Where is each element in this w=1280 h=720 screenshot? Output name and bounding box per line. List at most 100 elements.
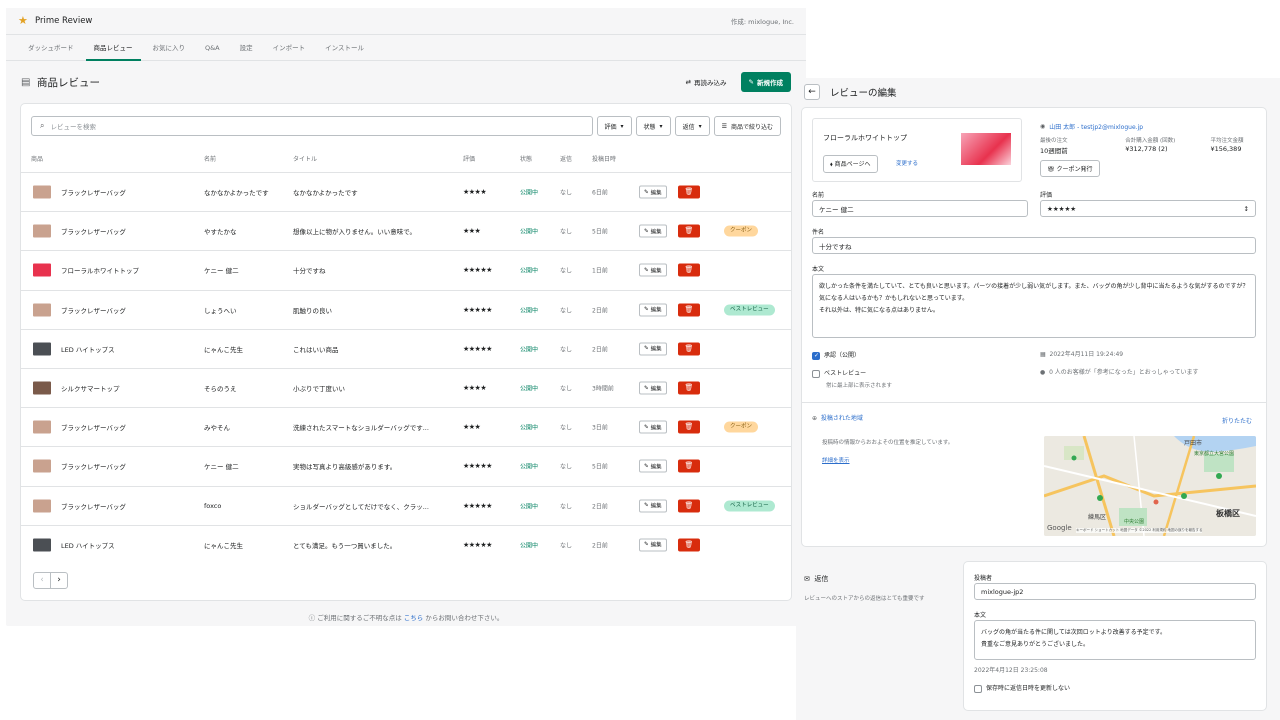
row-status: 公開中 xyxy=(520,228,539,236)
subject-value: 十分ですね xyxy=(819,242,852,251)
reply-author-field[interactable]: mixlogue-jp2 xyxy=(974,583,1256,600)
delete-button[interactable]: 🗑︎ xyxy=(678,342,700,356)
tab-settings[interactable]: 設定 xyxy=(230,35,263,60)
row-rating: ★★★ xyxy=(463,227,481,236)
product-page-button[interactable]: ⬧ 商品ページへ xyxy=(823,155,878,173)
delete-button[interactable]: 🗑︎ xyxy=(678,420,700,434)
tab-import[interactable]: インポート xyxy=(263,35,316,60)
edit-button[interactable]: ✎ 編集 xyxy=(639,381,667,395)
map-label: 中央公園 xyxy=(1124,519,1145,525)
tab-install[interactable]: インストール xyxy=(315,35,374,60)
table-row[interactable]: ブラックレザーバッグ やすたかな 想像以上に物が入りません。いい意味で。 ★★★ 公開中… xyxy=(21,211,791,250)
table-row[interactable]: ブラックレザーバッグ ケニー 健二 実物は写真より高級感があります。 ★★★★★ 公開中… xyxy=(21,446,791,485)
delete-button[interactable]: 🗑︎ xyxy=(678,459,700,473)
row-title: 小ぶりで丁度いい xyxy=(293,385,345,394)
row-product[interactable]: フローラルホワイトトップ xyxy=(61,265,139,275)
search-input[interactable]: ⌕ レビューを検索 xyxy=(31,116,593,136)
row-product[interactable]: LED ハイトップス xyxy=(61,344,115,354)
body-label: 本文 xyxy=(812,266,825,273)
tab-qa[interactable]: Q&A xyxy=(195,35,230,60)
row-product[interactable]: ブラックレザーバッグ xyxy=(61,422,126,432)
new-review-button[interactable]: ✎ 新規作成 xyxy=(740,72,791,92)
filter-bar: ⌕ レビューを検索 評価 ▾ 状態 ▾ 返信 ▾ ☰ 商品で絞り込む xyxy=(31,116,781,136)
issue-coupon-label: クーポン発行 xyxy=(1056,166,1093,173)
prev-page-button[interactable]: ‹ xyxy=(33,572,51,589)
rating-filter-button[interactable]: 評価 ▾ xyxy=(596,116,632,136)
row-product[interactable]: ブラックレザーバッグ xyxy=(61,305,126,315)
row-product[interactable]: LED ハイトップス xyxy=(61,540,115,550)
edit-label: 編集 xyxy=(650,268,662,275)
approved-checkbox[interactable]: 承認（公開） xyxy=(812,350,860,360)
row-date: 3日前 xyxy=(592,424,608,432)
subject-field[interactable]: 十分ですね xyxy=(812,237,1256,254)
row-product[interactable]: ブラックレザーバッグ xyxy=(61,461,126,471)
product-filter-button[interactable]: ☰ 商品で絞り込む xyxy=(713,116,781,136)
row-product[interactable]: ブラックレザーバッグ xyxy=(61,501,126,511)
details-link[interactable]: 詳細を表示 xyxy=(822,456,850,464)
edit-button[interactable]: ✎ 編集 xyxy=(639,224,667,238)
tab-product-reviews[interactable]: 商品レビュー xyxy=(84,35,143,61)
best-review-label: ベストレビュー xyxy=(824,370,867,377)
keep-time-checkbox[interactable]: 保存時に返信日時を更新しない xyxy=(974,683,1070,693)
status-filter-button[interactable]: 状態 ▾ xyxy=(635,116,671,136)
edit-button[interactable]: ✎ 編集 xyxy=(639,303,667,317)
best-review-checkbox[interactable]: ベストレビュー xyxy=(812,368,866,378)
customer-link[interactable]: 山田 太郎 - testjp2@mixlogue.jp xyxy=(1049,122,1143,131)
delete-button[interactable]: 🗑︎ xyxy=(678,499,700,513)
issue-coupon-button[interactable]: 🎁︎ クーポン発行 xyxy=(1040,160,1100,177)
delete-button[interactable]: 🗑︎ xyxy=(678,185,700,199)
globe-icon: ⊕ xyxy=(812,415,818,422)
stat-label: 最後の注文 xyxy=(1040,138,1068,144)
trash-icon: 🗑︎ xyxy=(684,265,694,274)
row-rating: ★★★★★ xyxy=(463,501,492,510)
edit-button[interactable]: ✎ 編集 xyxy=(639,263,667,277)
back-button[interactable]: ← xyxy=(804,84,820,100)
delete-button[interactable]: 🗑︎ xyxy=(678,538,700,552)
table-row[interactable]: ブラックレザーバッグ みやそん 洗練されたスマートなショルダーバッグです... ★★★… xyxy=(21,407,791,446)
table-row[interactable]: シルクサマートップ そらのうえ 小ぶりで丁度いい ★★★★ 公開中 なし 3時間前 ✎ 編集 🗑︎ xyxy=(21,367,791,407)
collapse-link[interactable]: 折りたたむ xyxy=(1222,416,1252,425)
delete-button[interactable]: 🗑︎ xyxy=(678,263,700,277)
tab-favorites[interactable]: お気に入り xyxy=(143,35,196,60)
help-footer: ⓘ ご利用に関するご不明な点は こちら からお問い合わせ下さい。 xyxy=(6,612,806,622)
table-row[interactable]: ブラックレザーバッグ なかなかよかったです なかなかよかったです ★★★★ 公開中 なし 6… xyxy=(21,172,791,211)
next-page-button[interactable]: › xyxy=(50,572,68,589)
rating-select[interactable]: ★★★★★ ↕ xyxy=(1040,200,1256,217)
reply-author-value: mixlogue-jp2 xyxy=(981,587,1024,596)
row-rating: ★★★★ xyxy=(463,188,487,197)
region-map[interactable]: 戸田市 東京都立大宮公園 板橋区 練馬区 中央公園 Google キーボード シ… xyxy=(1044,436,1256,536)
reload-button[interactable]: ⇄ 再読み込み xyxy=(686,77,727,87)
change-product-link[interactable]: 変更する xyxy=(896,159,918,167)
name-field[interactable]: ケニー 健二 xyxy=(812,200,1028,217)
body-textarea[interactable]: 欲しかった条件を満たしていて、とても良いと思います。パーツの接着が少し弱い気がし… xyxy=(812,274,1256,338)
help-text-end: からお問い合わせ下さい。 xyxy=(425,614,504,622)
edit-button[interactable]: ✎ 編集 xyxy=(639,459,667,473)
help-link[interactable]: こちら xyxy=(404,614,424,622)
delete-button[interactable]: 🗑︎ xyxy=(678,224,700,238)
edit-button[interactable]: ✎ 編集 xyxy=(639,420,667,434)
row-reply: なし xyxy=(560,267,573,275)
row-name: にゃんこ先生 xyxy=(204,345,243,354)
row-rating: ★★★★★ xyxy=(463,462,492,471)
edit-button[interactable]: ✎ 編集 xyxy=(639,185,667,199)
table-row[interactable]: LED ハイトップス にゃんこ先生 これはいい商品 ★★★★★ 公開中 なし 2日前 ✎ 編集 🗑… xyxy=(21,328,791,368)
delete-button[interactable]: 🗑︎ xyxy=(678,381,700,395)
row-title: ショルダーバッグとしてだけでなく、クラッ... xyxy=(293,502,429,511)
table-row[interactable]: ブラックレザーバッグ しょうへい 肌触りの良い ★★★★★ 公開中 なし 2日前 ✎ 編集 🗑︎ ベ… xyxy=(21,289,791,329)
row-reply: なし xyxy=(560,228,573,236)
row-reply: なし xyxy=(560,424,573,432)
row-product[interactable]: ブラックレザーバッグ xyxy=(61,226,126,236)
row-product[interactable]: シルクサマートップ xyxy=(61,383,120,393)
reply-filter-button[interactable]: 返信 ▾ xyxy=(674,116,710,136)
tab-dashboard[interactable]: ダッシュボード xyxy=(18,35,84,60)
edit-button[interactable]: ✎ 編集 xyxy=(639,499,667,513)
checkbox-empty-icon xyxy=(974,684,982,693)
table-row[interactable]: ブラックレザーバッグ foxco ショルダーバッグとしてだけでなく、クラッ... ★★… xyxy=(21,485,791,525)
edit-button[interactable]: ✎ 編集 xyxy=(639,342,667,356)
table-row[interactable]: フローラルホワイトトップ ケニー 健二 十分ですね ★★★★★ 公開中 なし 1日前 ✎ 編集 🗑… xyxy=(21,250,791,289)
row-product[interactable]: ブラックレザーバッグ xyxy=(61,187,126,197)
reply-body-textarea[interactable]: バッグの角が当たる件に関しては次回ロットより改善する予定です。 貴重なご意見あり… xyxy=(974,620,1256,660)
delete-button[interactable]: 🗑︎ xyxy=(678,303,700,317)
edit-button[interactable]: ✎ 編集 xyxy=(639,538,667,552)
table-row[interactable]: LED ハイトップス にゃんこ先生 とても満足。もう一つ買いました。 ★★★★★ 公開中… xyxy=(21,524,791,564)
